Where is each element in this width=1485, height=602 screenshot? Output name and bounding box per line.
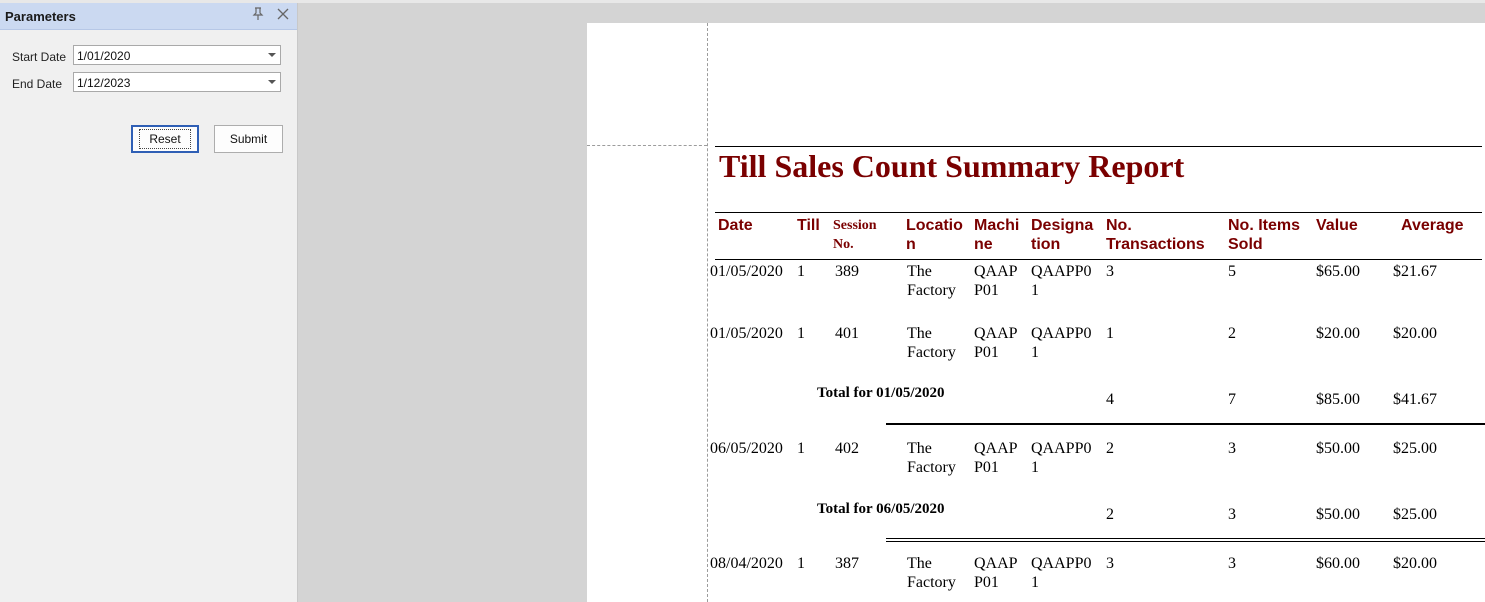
cell-till: 1 <box>797 440 805 457</box>
total-value: $50.00 <box>1316 506 1360 523</box>
cell-transactions: 3 <box>1106 555 1114 572</box>
cell-location: The Factory <box>907 325 956 361</box>
margin-guide-horizontal <box>587 145 707 146</box>
cell-session: 402 <box>835 440 859 457</box>
header-value: Value <box>1316 217 1358 234</box>
end-date-label: End Date <box>12 77 63 91</box>
cell-items: 3 <box>1228 555 1236 572</box>
cell-items: 3 <box>1228 440 1236 457</box>
cell-items: 5 <box>1228 263 1236 280</box>
chevron-down-icon[interactable] <box>268 53 276 57</box>
start-date-value: 1/01/2020 <box>77 49 131 63</box>
header-bottom-rule <box>715 259 1482 260</box>
total-items: 3 <box>1228 506 1236 523</box>
group-separator <box>886 541 1485 542</box>
total-label: Total for 06/05/2020 <box>817 501 945 517</box>
total-average: $41.67 <box>1393 391 1437 408</box>
cell-till: 1 <box>797 263 805 280</box>
cell-machine: QAAP P01 <box>974 440 1018 476</box>
cell-value: $20.00 <box>1316 325 1360 342</box>
cell-session: 401 <box>835 325 859 342</box>
cell-date: 08/04/2020 <box>710 555 783 572</box>
header-till: Till <box>797 217 820 234</box>
cell-date: 06/05/2020 <box>710 440 783 457</box>
end-date-value: 1/12/2023 <box>77 76 131 90</box>
title-top-rule <box>715 146 1482 147</box>
cell-transactions: 1 <box>1106 325 1114 342</box>
submit-button[interactable]: Submit <box>214 125 283 153</box>
report-title: Till Sales Count Summary Report <box>719 148 1185 184</box>
group-separator <box>886 423 1485 425</box>
total-value: $85.00 <box>1316 391 1360 408</box>
cell-location: The Factory <box>907 555 956 591</box>
parameters-header: Parameters <box>0 3 297 30</box>
cell-designation: QAAPP0 1 <box>1031 555 1092 591</box>
total-average: $25.00 <box>1393 506 1437 523</box>
cell-till: 1 <box>797 555 805 572</box>
cell-transactions: 3 <box>1106 263 1114 280</box>
header-session: Session No. <box>833 218 877 252</box>
reset-button-label: Reset <box>139 129 191 149</box>
header-designation: Designa tion <box>1031 217 1094 253</box>
chevron-down-icon[interactable] <box>268 80 276 84</box>
header-location: Locatio n <box>906 217 963 253</box>
cell-till: 1 <box>797 325 805 342</box>
total-items: 7 <box>1228 391 1236 408</box>
cell-value: $65.00 <box>1316 263 1360 280</box>
cell-average: $20.00 <box>1393 555 1437 572</box>
cell-value: $60.00 <box>1316 555 1360 572</box>
header-machine: Machi ne <box>974 217 1020 253</box>
header-items-sold: No. Items Sold <box>1228 217 1301 253</box>
close-icon[interactable] <box>275 7 291 23</box>
cell-transactions: 2 <box>1106 440 1114 457</box>
cell-date: 01/05/2020 <box>710 325 783 342</box>
cell-machine: QAAP P01 <box>974 325 1018 361</box>
margin-guide-vertical <box>707 23 708 602</box>
total-transactions: 4 <box>1106 391 1114 408</box>
cell-location: The Factory <box>907 440 956 476</box>
cell-average: $25.00 <box>1393 440 1437 457</box>
total-transactions: 2 <box>1106 506 1114 523</box>
cell-value: $50.00 <box>1316 440 1360 457</box>
cell-designation: QAAPP0 1 <box>1031 263 1092 299</box>
header-top-rule <box>715 212 1482 213</box>
pin-icon[interactable] <box>250 7 266 23</box>
cell-items: 2 <box>1228 325 1236 342</box>
cell-location: The Factory <box>907 263 956 299</box>
cell-session: 387 <box>835 555 859 572</box>
cell-machine: QAAP P01 <box>974 555 1018 591</box>
header-transactions: No. Transactions <box>1106 217 1205 253</box>
start-date-field[interactable]: 1/01/2020 <box>73 45 281 65</box>
cell-date: 01/05/2020 <box>710 263 783 280</box>
end-date-field[interactable]: 1/12/2023 <box>73 72 281 92</box>
cell-average: $20.00 <box>1393 325 1437 342</box>
parameters-title: Parameters <box>5 9 76 24</box>
reset-button[interactable]: Reset <box>131 125 199 153</box>
cell-average: $21.67 <box>1393 263 1437 280</box>
cell-designation: QAAPP0 1 <box>1031 440 1092 476</box>
group-separator <box>886 538 1485 539</box>
header-average: Average <box>1401 217 1464 234</box>
cell-designation: QAAPP0 1 <box>1031 325 1092 361</box>
start-date-label: Start Date <box>12 50 67 64</box>
cell-machine: QAAP P01 <box>974 263 1018 299</box>
total-label: Total for 01/05/2020 <box>817 385 945 401</box>
cell-session: 389 <box>835 263 859 280</box>
parameters-panel: Parameters Start Date 1/01/2020 End Date… <box>0 3 298 602</box>
header-date: Date <box>718 217 753 234</box>
